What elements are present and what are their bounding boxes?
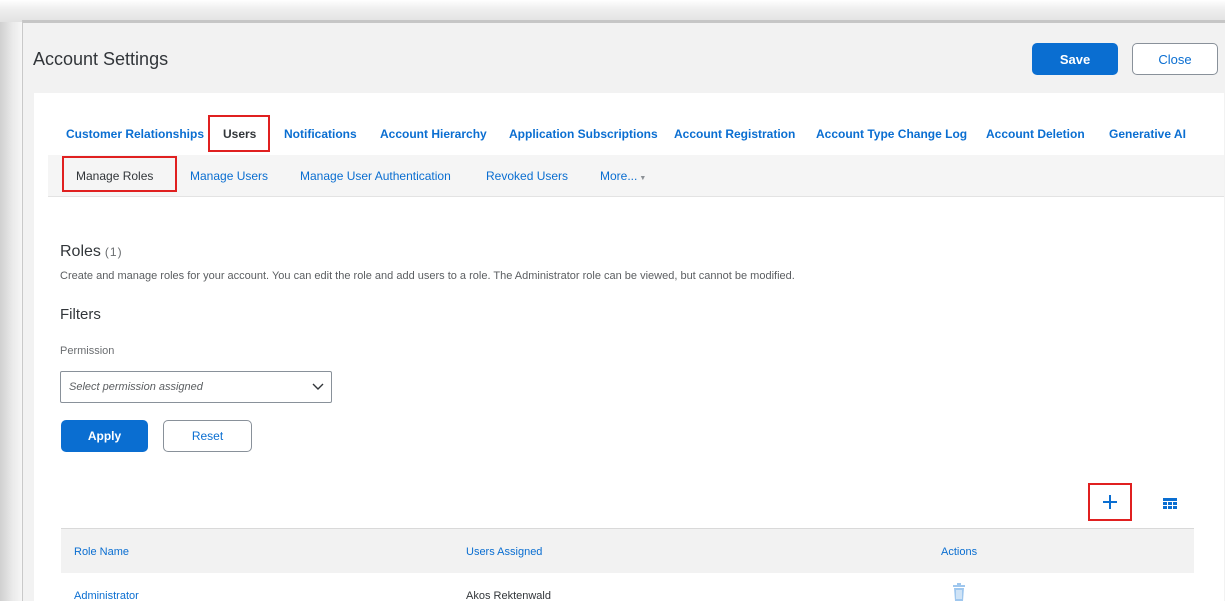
more-caret-icon: ▼ bbox=[639, 175, 647, 182]
reset-button[interactable]: Reset bbox=[163, 420, 252, 452]
tab-account-type-change-log[interactable]: Account Type Change Log bbox=[816, 127, 967, 141]
tab-application-subscriptions[interactable]: Application Subscriptions bbox=[509, 127, 658, 141]
roles-table: Role Name Users Assigned Actions Adminis… bbox=[61, 528, 1194, 604]
close-button[interactable]: Close bbox=[1132, 43, 1218, 75]
subtab-manage-user-authentication[interactable]: Manage User Authentication bbox=[300, 169, 451, 183]
subtab-manage-users[interactable]: Manage Users bbox=[190, 169, 268, 183]
subtab-revoked-users[interactable]: Revoked Users bbox=[486, 169, 568, 183]
column-header-actions: Actions bbox=[941, 546, 978, 558]
chevron-down-icon bbox=[312, 383, 324, 390]
roles-heading: Roles (1) bbox=[60, 243, 123, 261]
table-header: Role Name Users Assigned Actions bbox=[61, 528, 1194, 573]
column-header-users-assigned[interactable]: Users Assigned bbox=[466, 546, 542, 558]
content-panel: Customer Relationships Users Notificatio… bbox=[34, 93, 1224, 604]
tab-account-deletion[interactable]: Account Deletion bbox=[986, 127, 1085, 141]
permission-select[interactable]: Select permission assigned bbox=[60, 371, 332, 403]
users-assigned-cell: Akos Rektenwald bbox=[466, 590, 551, 602]
role-name-cell[interactable]: Administrator bbox=[74, 590, 139, 602]
tab-customer-relationships[interactable]: Customer Relationships bbox=[66, 127, 204, 141]
table-settings-icon[interactable] bbox=[1163, 498, 1177, 510]
header: Account Settings Save Close bbox=[23, 23, 1223, 93]
column-header-role-name[interactable]: Role Name bbox=[74, 546, 129, 558]
permission-select-placeholder: Select permission assigned bbox=[69, 381, 203, 393]
window-shadow-left bbox=[0, 0, 22, 601]
more-label: More... bbox=[600, 169, 638, 183]
sub-tab-bar: Manage Roles Manage Users Manage User Au… bbox=[48, 155, 1224, 197]
window-shadow-top bbox=[0, 0, 1225, 22]
apply-button[interactable]: Apply bbox=[61, 420, 148, 452]
trash-icon[interactable] bbox=[952, 583, 966, 601]
tab-users[interactable]: Users bbox=[223, 127, 256, 141]
permission-label: Permission bbox=[60, 345, 115, 357]
tab-generative-ai[interactable]: Generative AI bbox=[1109, 127, 1186, 141]
tab-account-registration[interactable]: Account Registration bbox=[674, 127, 795, 141]
plus-icon bbox=[1103, 495, 1117, 509]
add-role-button[interactable] bbox=[1088, 483, 1132, 521]
table-row: Administrator Akos Rektenwald bbox=[61, 573, 1194, 604]
account-settings-window: Account Settings Save Close Customer Rel… bbox=[22, 20, 1225, 604]
roles-count: (1) bbox=[104, 245, 123, 259]
roles-title: Roles bbox=[60, 243, 101, 260]
save-button[interactable]: Save bbox=[1032, 43, 1118, 75]
subtab-manage-roles[interactable]: Manage Roles bbox=[76, 169, 153, 183]
main-tab-bar: Customer Relationships Users Notificatio… bbox=[34, 115, 1224, 155]
tab-notifications[interactable]: Notifications bbox=[284, 127, 357, 141]
tab-account-hierarchy[interactable]: Account Hierarchy bbox=[380, 127, 487, 141]
page-title: Account Settings bbox=[33, 49, 169, 69]
filters-heading: Filters bbox=[60, 306, 101, 323]
roles-description: Create and manage roles for your account… bbox=[60, 270, 795, 282]
subtab-more[interactable]: More... ▼ bbox=[600, 169, 646, 183]
